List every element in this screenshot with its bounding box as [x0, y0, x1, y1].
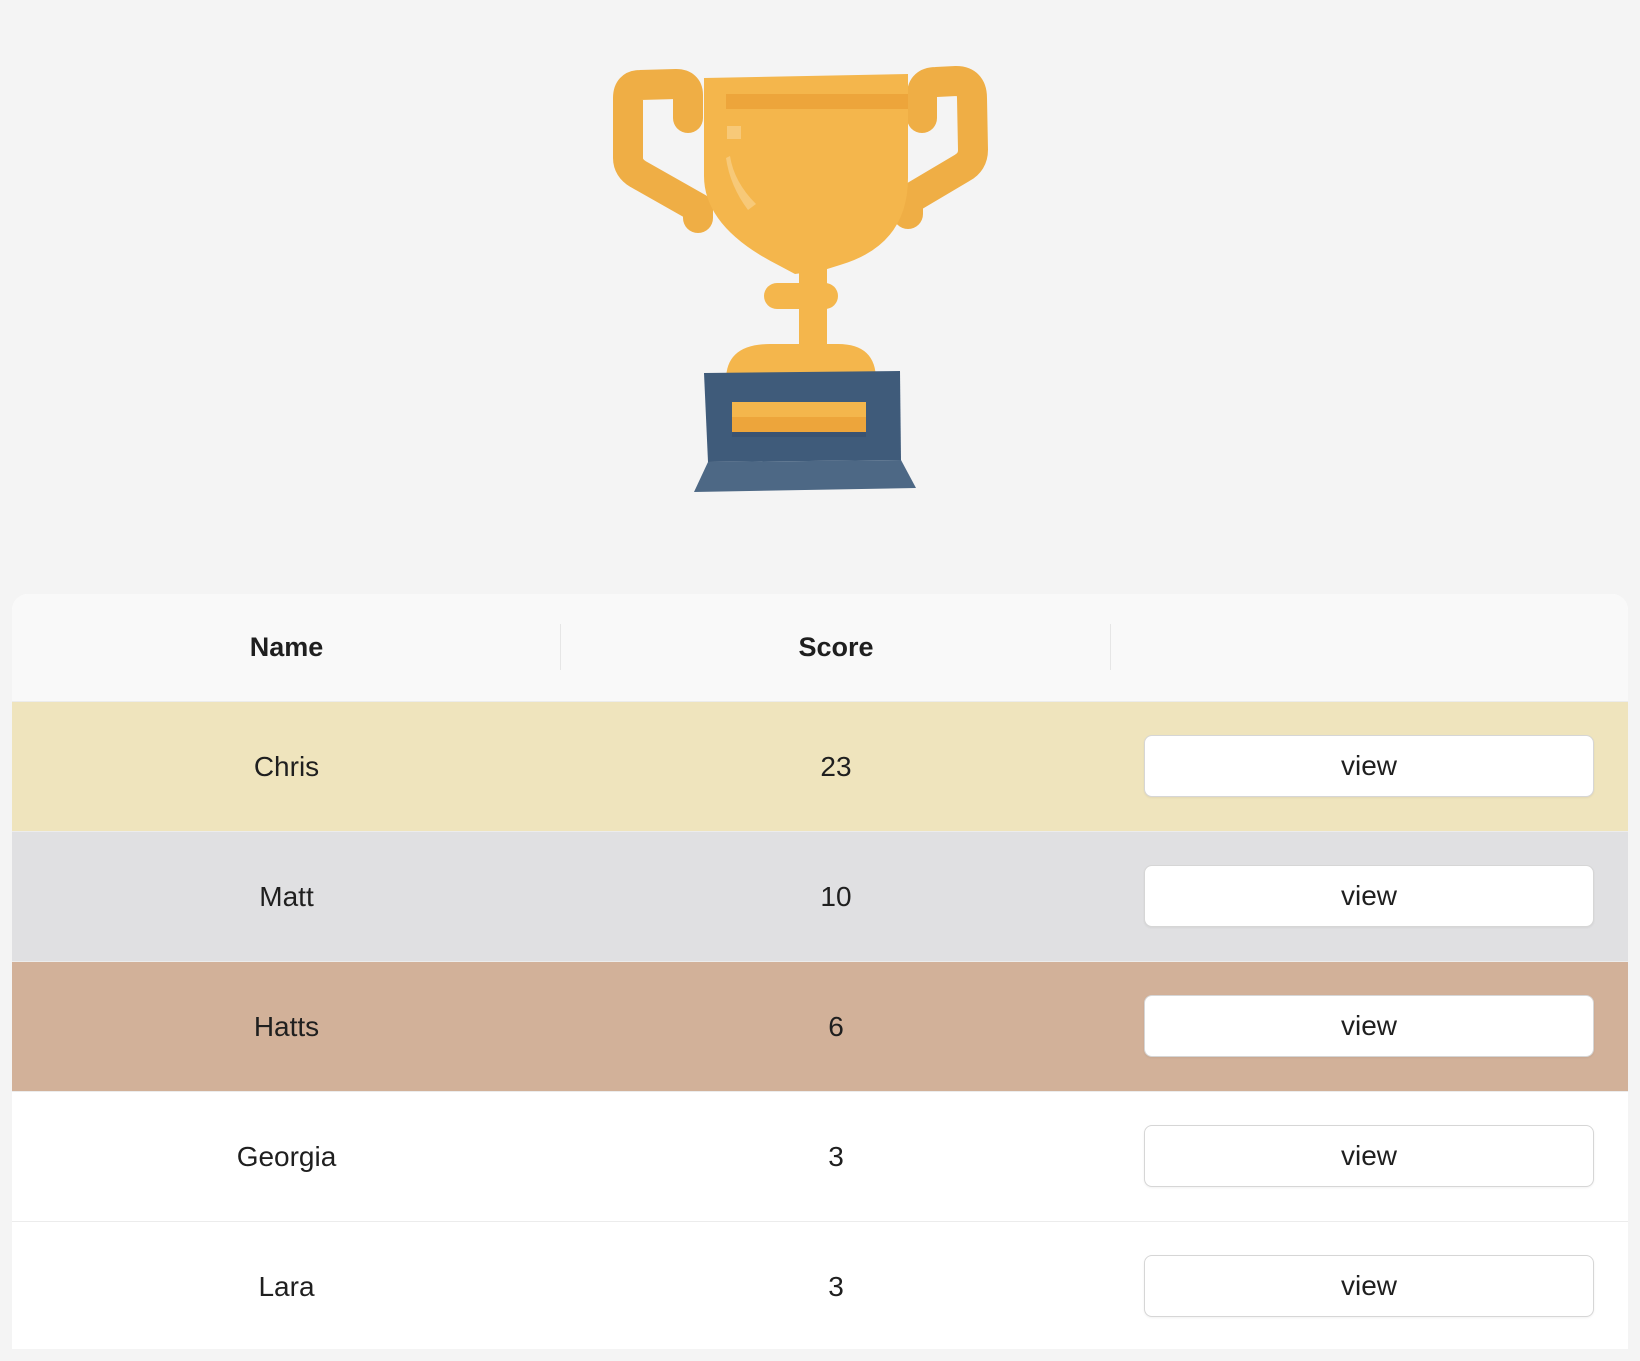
column-header-action	[1111, 594, 1628, 701]
view-button[interactable]: view	[1144, 865, 1594, 927]
player-score: 3	[828, 1271, 844, 1302]
player-score: 3	[828, 1141, 844, 1172]
view-button[interactable]: view	[1144, 1125, 1594, 1187]
player-name: Chris	[253, 751, 320, 782]
player-score: 23	[820, 751, 852, 782]
view-button[interactable]: view	[1144, 995, 1594, 1057]
table-row: Lara 3 view	[12, 1222, 1628, 1349]
table-header: Name Score	[12, 594, 1628, 702]
player-score: 6	[828, 1011, 844, 1042]
trophy-icon	[613, 66, 988, 492]
player-name: Hatts	[253, 1011, 320, 1042]
leaderboard-table: Name Score Chris 23 view Matt 10 view Ha…	[12, 594, 1628, 1349]
player-name: Lara	[258, 1271, 315, 1302]
player-name: Georgia	[236, 1141, 337, 1172]
player-score: 10	[820, 881, 852, 912]
table-row: Matt 10 view	[12, 832, 1628, 962]
table-row: Chris 23 view	[12, 702, 1628, 832]
column-header-name: Name	[249, 632, 324, 662]
view-button[interactable]: view	[1144, 1255, 1594, 1317]
player-name: Matt	[259, 881, 314, 912]
column-header-score: Score	[798, 632, 874, 662]
trophy-banner	[0, 0, 1640, 595]
table-row: Hatts 6 view	[12, 962, 1628, 1092]
table-row: Georgia 3 view	[12, 1092, 1628, 1222]
view-button[interactable]: view	[1144, 735, 1594, 797]
